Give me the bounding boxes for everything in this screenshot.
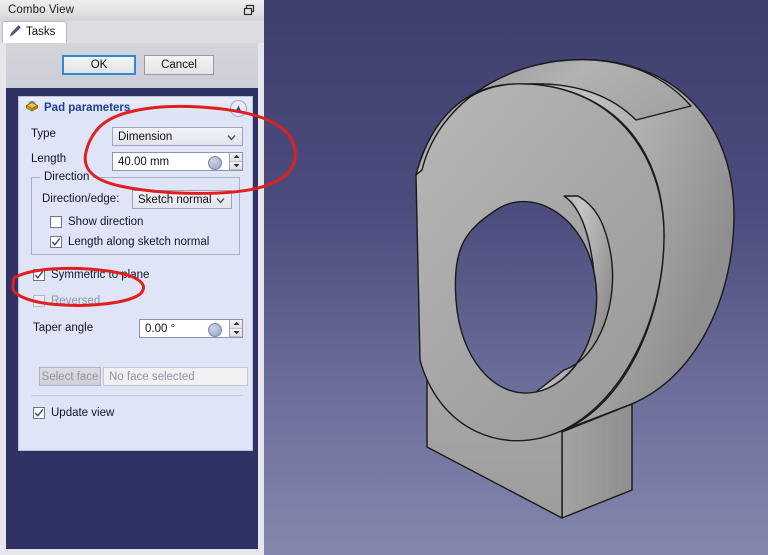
checkbox-box xyxy=(33,407,45,419)
show-direction-checkbox[interactable]: Show direction xyxy=(50,216,143,228)
symmetric-to-plane-label: Symmetric to plane xyxy=(51,269,150,281)
taper-angle-label: Taper angle xyxy=(33,322,94,334)
pad-parameters-group: Pad parameters ▲ Type Dimension Length 4… xyxy=(18,96,253,451)
undock-icon[interactable] xyxy=(243,4,256,17)
length-input[interactable]: 40.00 mm xyxy=(112,152,243,171)
chevron-down-icon xyxy=(227,133,236,142)
tab-tasks[interactable]: Tasks xyxy=(2,21,68,43)
tab-strip: Tasks xyxy=(0,21,264,44)
freecad-pad-dialog-screen: Combo View Tasks OK Cancel Pad parameter… xyxy=(0,0,768,555)
3d-model xyxy=(415,58,735,519)
length-stepper-up[interactable] xyxy=(229,153,242,162)
reversed-label: Reversed xyxy=(51,295,101,307)
update-view-checkbox[interactable]: Update view xyxy=(33,407,114,419)
length-stepper[interactable] xyxy=(229,153,242,170)
taper-angle-row: Taper angle xyxy=(33,322,93,334)
direction-groupbox: Direction Direction/edge: Sketch normal … xyxy=(31,171,240,255)
length-stepper-down[interactable] xyxy=(229,161,242,170)
select-face-button: Select face xyxy=(39,367,101,386)
type-row: Type xyxy=(31,128,109,140)
taper-angle-value: 0.00 ° xyxy=(145,322,176,335)
taper-angle-stepper[interactable] xyxy=(229,320,242,337)
checkbox-box xyxy=(33,295,45,307)
taper-angle-input[interactable]: 0.00 ° xyxy=(139,319,243,338)
taper-angle-stepper-up[interactable] xyxy=(229,320,242,329)
reversed-checkbox: Reversed xyxy=(33,295,100,307)
collapse-chevron-glyph: ▲ xyxy=(234,103,243,113)
pencil-icon xyxy=(9,24,22,40)
direction-edge-select[interactable]: Sketch normal xyxy=(132,190,232,209)
divider xyxy=(31,395,243,396)
direction-legend: Direction xyxy=(40,171,94,183)
show-direction-label: Show direction xyxy=(68,216,144,228)
chevron-up-icon[interactable]: ▲ xyxy=(230,100,247,117)
type-value: Dimension xyxy=(118,130,173,143)
tab-tasks-label: Tasks xyxy=(26,26,56,38)
direction-edge-value: Sketch normal xyxy=(138,193,212,206)
chevron-down-icon xyxy=(216,196,225,205)
type-select[interactable]: Dimension xyxy=(112,127,243,146)
selected-face-field: No face selected xyxy=(103,367,248,386)
checkbox-box xyxy=(33,269,45,281)
task-panel-body: OK Cancel Pad parameters ▲ Type Dimensio… xyxy=(0,43,264,555)
combo-view-panel: Combo View Tasks OK Cancel Pad parameter… xyxy=(0,0,264,555)
type-label: Type xyxy=(31,128,56,140)
fx-circle-icon[interactable] xyxy=(208,323,222,337)
length-along-sketch-normal-label: Length along sketch normal xyxy=(68,236,210,248)
panel-titlebar: Combo View xyxy=(0,0,264,22)
taper-angle-stepper-down[interactable] xyxy=(229,328,242,337)
length-along-sketch-normal-checkbox[interactable]: Length along sketch normal xyxy=(50,236,209,248)
direction-edge-label: Direction/edge: xyxy=(42,193,120,205)
ok-button[interactable]: OK xyxy=(62,55,136,75)
dialog-button-band: OK Cancel xyxy=(6,43,258,88)
panel-title: Combo View xyxy=(8,4,74,16)
cancel-button[interactable]: Cancel xyxy=(144,55,214,75)
fx-circle-icon[interactable] xyxy=(208,156,222,170)
symmetric-to-plane-checkbox[interactable]: Symmetric to plane xyxy=(33,269,149,281)
length-value: 40.00 mm xyxy=(118,155,170,168)
checkbox-box xyxy=(50,216,62,228)
length-row: Length xyxy=(31,153,109,165)
pad-parameters-title: Pad parameters xyxy=(44,101,131,114)
length-label: Length xyxy=(31,153,67,165)
update-view-label: Update view xyxy=(51,407,115,419)
pad-parameters-header[interactable]: Pad parameters ▲ xyxy=(19,97,252,118)
pad-icon xyxy=(25,99,39,116)
3d-view[interactable] xyxy=(264,0,768,555)
checkbox-box xyxy=(50,236,62,248)
